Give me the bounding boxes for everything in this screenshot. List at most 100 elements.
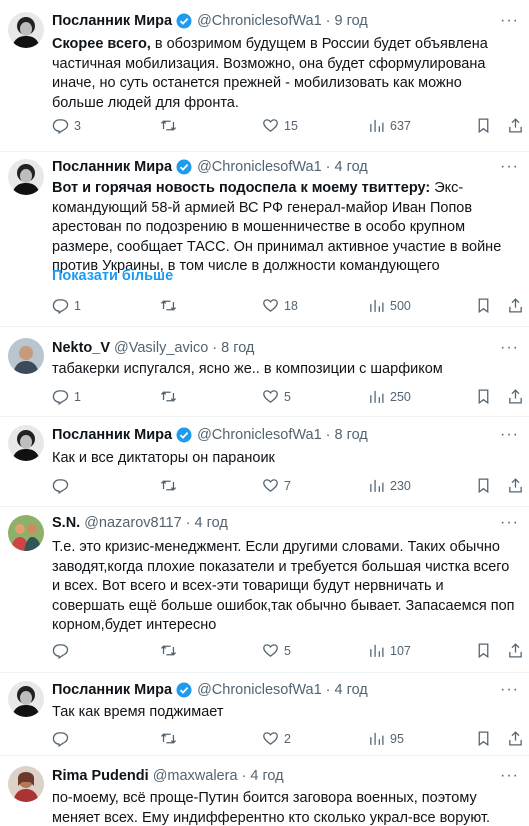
author-name[interactable]: Посланник Мира (52, 682, 172, 698)
timestamp[interactable]: 8 год (335, 427, 368, 443)
retweet-icon (160, 120, 177, 131)
like-button[interactable]: 15 (262, 117, 298, 134)
verified-badge-icon (176, 159, 192, 175)
views-button[interactable]: 107 (368, 642, 411, 659)
share-button[interactable] (507, 388, 524, 405)
avatar[interactable] (8, 681, 44, 717)
reply-count: 1 (74, 389, 81, 404)
author-handle[interactable]: @Vasily_avico (114, 340, 208, 356)
bookmark-button[interactable] (475, 388, 492, 405)
views-icon (370, 119, 384, 132)
tweet[interactable]: S.N. @nazarov8117 · 4 год ··· Т.е. это к… (0, 507, 529, 673)
tweet-header: Посланник Мира @ChroniclesofWa1 · 8 год (52, 427, 368, 443)
views-button[interactable]: 95 (368, 730, 404, 747)
share-button[interactable] (507, 117, 524, 134)
tweet-text: Т.е. это кризис-менеджмент. Если другими… (52, 538, 517, 636)
tweet[interactable]: Посланник Мира @ChroniclesofWa1 · 9 год … (0, 0, 529, 152)
share-icon (509, 298, 522, 313)
reply-button[interactable]: 3 (52, 117, 81, 134)
like-button[interactable]: 2 (262, 730, 291, 747)
avatar[interactable] (8, 515, 44, 551)
avatar[interactable] (8, 159, 44, 195)
share-button[interactable] (507, 642, 524, 659)
reply-button[interactable]: 1 (52, 388, 81, 405)
more-dots-icon[interactable]: ··· (500, 12, 519, 30)
author-name[interactable]: Посланник Мира (52, 159, 172, 175)
show-more-link[interactable]: Показати більше (52, 268, 173, 284)
tweet[interactable]: Rima Pudendi @maxwalera · 4 год ··· по-м… (0, 756, 529, 826)
author-handle[interactable]: @ChroniclesofWa1 (197, 13, 322, 29)
views-button[interactable]: 637 (368, 117, 411, 134)
like-count: 5 (284, 643, 291, 658)
more-dots-icon[interactable]: ··· (500, 514, 519, 532)
reply-icon (52, 299, 69, 314)
like-button[interactable]: 7 (262, 477, 291, 494)
more-dots-icon[interactable]: ··· (500, 426, 519, 444)
like-button[interactable]: 5 (262, 642, 291, 659)
tweet[interactable]: Nekto_V @Vasily_avico · 8 год ··· табаке… (0, 327, 529, 417)
bookmark-icon (478, 478, 489, 494)
timestamp[interactable]: 4 год (335, 159, 368, 175)
author-handle[interactable]: @maxwalera (153, 768, 238, 784)
retweet-button[interactable] (160, 477, 182, 494)
author-handle[interactable]: @ChroniclesofWa1 (197, 427, 322, 443)
retweet-button[interactable] (160, 730, 182, 747)
views-button[interactable]: 500 (368, 297, 411, 314)
reply-button[interactable] (52, 477, 74, 494)
author-name[interactable]: Nekto_V (52, 340, 110, 356)
more-dots-icon[interactable]: ··· (500, 158, 519, 176)
view-count: 95 (390, 731, 404, 746)
share-icon (509, 731, 522, 746)
reply-count: 1 (74, 298, 81, 313)
views-button[interactable]: 230 (368, 477, 411, 494)
author-handle[interactable]: @ChroniclesofWa1 (197, 159, 322, 175)
timestamp[interactable]: 8 год (221, 340, 254, 356)
tweet[interactable]: Посланник Мира @ChroniclesofWa1 · 4 год … (0, 673, 529, 756)
like-button[interactable]: 5 (262, 388, 291, 405)
avatar[interactable] (8, 12, 44, 48)
view-count: 500 (390, 298, 411, 313)
author-handle[interactable]: @nazarov8117 (84, 515, 182, 531)
views-button[interactable]: 250 (368, 388, 411, 405)
bookmark-icon (478, 731, 489, 747)
more-dots-icon[interactable]: ··· (500, 681, 519, 699)
share-button[interactable] (507, 730, 524, 747)
retweet-button[interactable] (160, 297, 182, 314)
retweet-icon (160, 391, 177, 402)
author-name[interactable]: Rima Pudendi (52, 768, 149, 784)
bookmark-button[interactable] (475, 642, 492, 659)
like-button[interactable]: 18 (262, 297, 298, 314)
reply-button[interactable]: 1 (52, 297, 81, 314)
share-button[interactable] (507, 477, 524, 494)
reply-button[interactable] (52, 730, 74, 747)
avatar[interactable] (8, 766, 44, 802)
bookmark-button[interactable] (475, 477, 492, 494)
more-dots-icon[interactable]: ··· (500, 767, 519, 785)
share-button[interactable] (507, 297, 524, 314)
tweet[interactable]: Посланник Мира @ChroniclesofWa1 · 4 год … (0, 152, 529, 327)
retweet-button[interactable] (160, 388, 182, 405)
author-handle[interactable]: @ChroniclesofWa1 (197, 682, 322, 698)
share-icon (509, 389, 522, 404)
avatar[interactable] (8, 338, 44, 374)
timestamp[interactable]: 4 год (195, 515, 228, 531)
retweet-button[interactable] (160, 642, 182, 659)
bookmark-icon (478, 643, 489, 659)
retweet-button[interactable] (160, 117, 182, 134)
reply-button[interactable] (52, 642, 74, 659)
reply-count: 3 (74, 118, 81, 133)
tweet[interactable]: Посланник Мира @ChroniclesofWa1 · 8 год … (0, 417, 529, 507)
author-name[interactable]: Посланник Мира (52, 13, 172, 29)
author-name[interactable]: S.N. (52, 515, 80, 531)
author-name[interactable]: Посланник Мира (52, 427, 172, 443)
bookmark-button[interactable] (475, 297, 492, 314)
bookmark-button[interactable] (475, 730, 492, 747)
timestamp[interactable]: 9 год (335, 13, 368, 29)
timestamp[interactable]: 4 год (250, 768, 283, 784)
views-icon (370, 479, 384, 492)
avatar[interactable] (8, 425, 44, 461)
timestamp[interactable]: 4 год (335, 682, 368, 698)
share-icon (509, 643, 522, 658)
bookmark-button[interactable] (475, 117, 492, 134)
more-dots-icon[interactable]: ··· (500, 339, 519, 357)
